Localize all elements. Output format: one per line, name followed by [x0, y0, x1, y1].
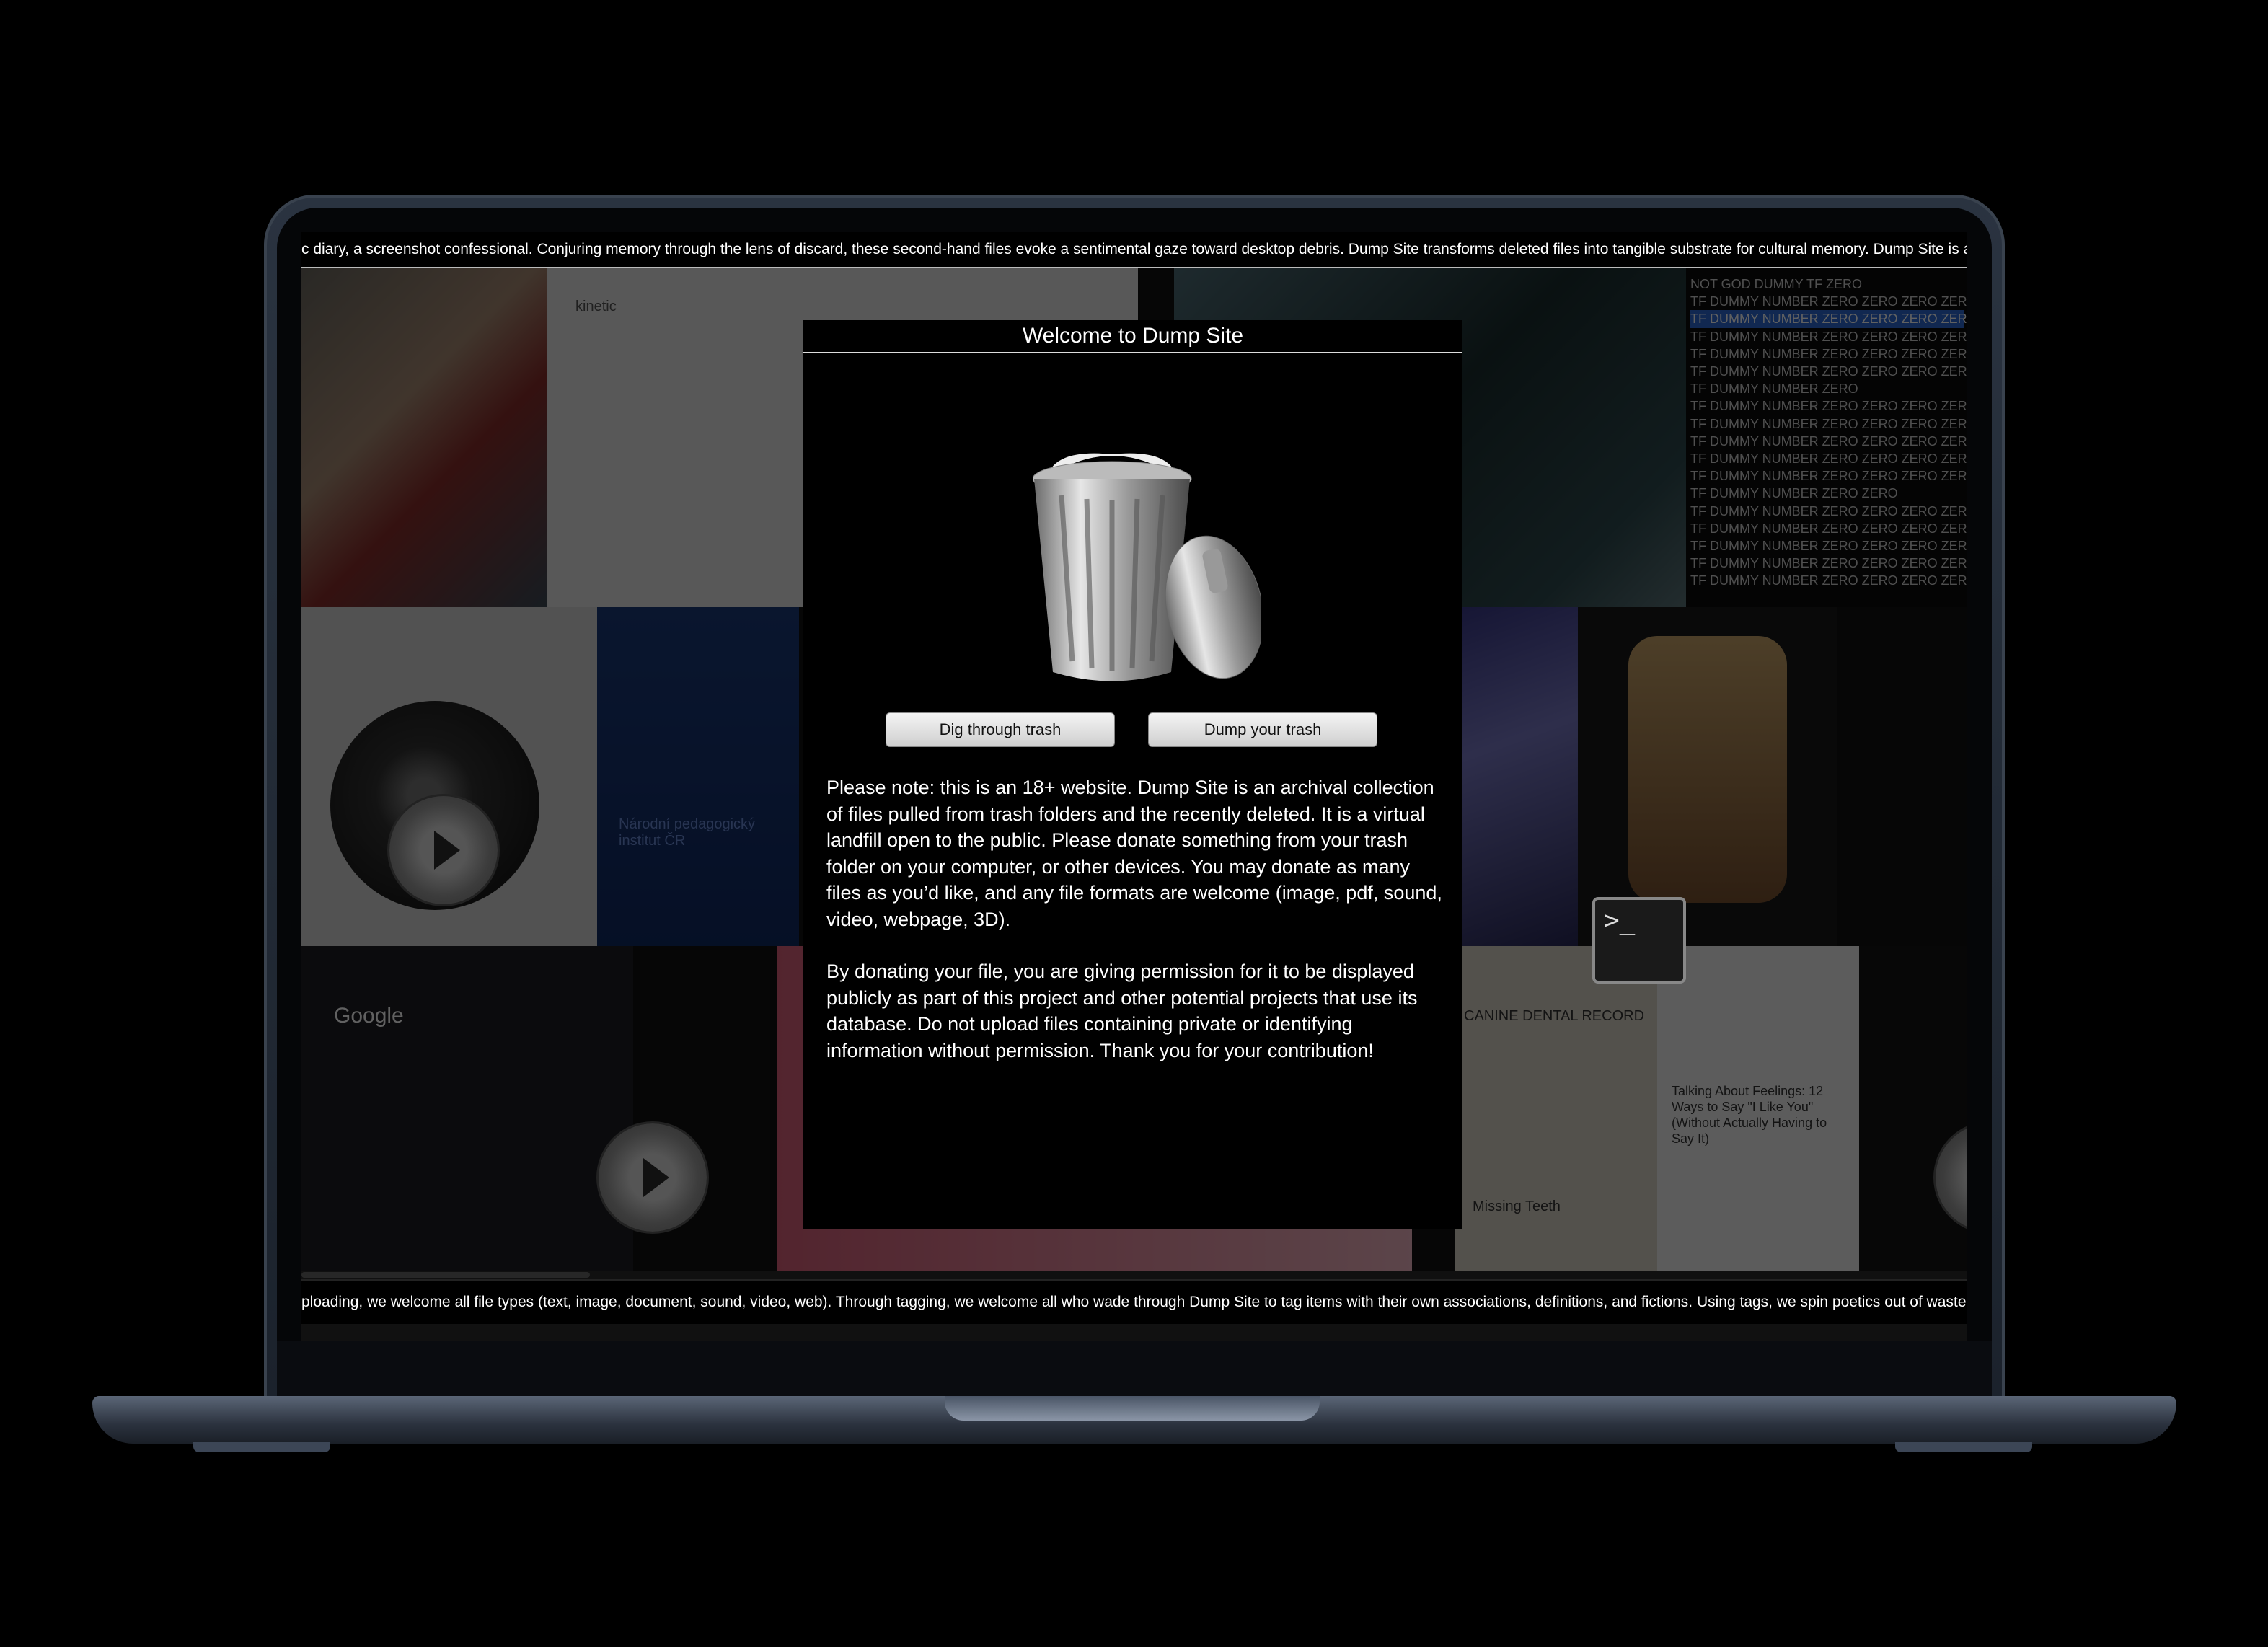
top-ticker-text: c diary, a screenshot confessional. Conj… — [301, 241, 1967, 257]
font-list-item[interactable]: TF DUMMY NUMBER ZERO ZERO ZERO ZERO — [1690, 363, 1967, 380]
bottom-ticker: ploading, we welcome all file types (tex… — [301, 1279, 1967, 1324]
font-list-item[interactable]: TF DUMMY NUMBER ZERO — [1690, 380, 1964, 397]
modal-buttons: Dig through trash Dump your trash — [886, 712, 1377, 747]
blue-page-text: Národní pedagogický institut ČR — [619, 816, 756, 849]
collage-article[interactable]: Talking About Feelings: 12 Ways to Say "… — [1657, 946, 1859, 1279]
font-list-item[interactable]: TF DUMMY NUMBER ZERO ZERO ZERO ZERO — [1690, 503, 1967, 520]
laptop-foot — [193, 1442, 330, 1452]
font-list-item[interactable]: TF DUMMY NUMBER ZERO ZERO ZERO ZERO — [1690, 293, 1967, 310]
font-list-item[interactable]: TF DUMMY NUMBER ZERO ZERO ZERO ZERO — [1690, 537, 1967, 555]
top-ticker: c diary, a screenshot confessional. Conj… — [301, 232, 1967, 268]
font-list-item[interactable]: TF DUMMY NUMBER ZERO ZERO ZERO ZERO — [1690, 520, 1967, 537]
laptop-opening-groove — [945, 1396, 1320, 1421]
portrait-face — [1628, 636, 1787, 903]
laptop-screen: c diary, a screenshot confessional. Conj… — [301, 232, 1967, 1341]
collage-font-list[interactable]: NOT GOD DUMMY TF ZERO TF DUMMY NUMBER ZER… — [1686, 268, 1967, 607]
article-title: Talking About Feelings: 12 Ways to Say "… — [1672, 1084, 1827, 1146]
dig-through-trash-button[interactable]: Dig through trash — [886, 712, 1115, 747]
font-list-item[interactable]: TF DUMMY NUMBER ZERO ZERO — [1690, 485, 1964, 502]
terminal-icon[interactable]: >_ — [1592, 897, 1686, 984]
dump-your-trash-button[interactable]: Dump your trash — [1148, 712, 1377, 747]
collage-dental-record[interactable]: CANINE DENTAL RECORD Missing Teeth — [1455, 946, 1657, 1279]
modal-title: Welcome to Dump Site — [803, 320, 1462, 353]
collage-blue-page[interactable]: Národní pedagogický institut ČR — [597, 607, 799, 946]
collage-google-search[interactable]: Google — [301, 946, 633, 1279]
font-list-item[interactable]: NOT GOD DUMMY TF ZERO — [1690, 275, 1964, 293]
laptop-chin — [277, 1341, 1992, 1397]
play-icon[interactable] — [599, 1123, 707, 1232]
dental-title: CANINE DENTAL RECORD — [1464, 1008, 1645, 1024]
font-list-item[interactable]: TF DUMMY NUMBER ZERO ZERO ZERO ZERO — [1690, 572, 1967, 589]
scrollbar-thumb[interactable] — [301, 1272, 590, 1278]
font-list-item[interactable]: TF DUMMY NUMBER ZERO ZERO ZERO ZERO — [1690, 415, 1967, 433]
font-list-item[interactable]: TF DUMMY NUMBER ZERO ZERO ZERO ZERO — [1690, 328, 1967, 345]
google-logo: Google — [334, 1004, 404, 1028]
font-list-item[interactable]: TF DUMMY NUMBER ZERO ZERO ZERO ZERO — [1690, 397, 1967, 415]
welcome-modal: Welcome to Dump Site Dig through trash D… — [803, 320, 1462, 1229]
collage-dark-tile[interactable] — [1859, 946, 1967, 1279]
collage-photo-locker-room[interactable] — [301, 268, 547, 607]
play-icon[interactable] — [389, 796, 498, 904]
modal-notice: Please note: this is an 18+ website. Dum… — [826, 774, 1447, 1090]
notice-paragraph-1: Please note: this is an 18+ website. Dum… — [826, 777, 1442, 930]
laptop-foot — [1895, 1442, 2032, 1452]
font-list-item[interactable]: TF DUMMY NUMBER ZERO ZERO ZERO ZERO — [1690, 555, 1967, 572]
font-list-item[interactable]: TF DUMMY NUMBER ZERO ZERO ZERO ZERO — [1690, 450, 1967, 467]
dental-caption: Missing Teeth — [1473, 1198, 1561, 1214]
font-list-item[interactable]: TF DUMMY NUMBER ZERO ZERO ZERO ZERO — [1690, 345, 1967, 363]
kinetic-label: kinetic — [575, 299, 617, 314]
terminal-glyph: >_ — [1604, 906, 1636, 935]
collage-purple-texture[interactable] — [1455, 607, 1578, 946]
trash-can-icon — [1033, 453, 1261, 681]
font-list-item[interactable]: TF DUMMY NUMBER ZERO ZERO ZERO ZERO — [1690, 310, 1967, 328]
font-list-item[interactable]: TF DUMMY NUMBER ZERO ZERO ZERO ZERO — [1690, 467, 1967, 485]
collage-portrait-painting[interactable] — [1578, 607, 1837, 946]
font-list-item[interactable]: TF DUMMY NUMBER ZERO ZERO ZERO ZERO — [1690, 433, 1967, 450]
notice-paragraph-2: By donating your file, you are giving pe… — [826, 961, 1418, 1061]
bottom-ticker-text: ploading, we welcome all file types (tex… — [301, 1294, 1967, 1310]
